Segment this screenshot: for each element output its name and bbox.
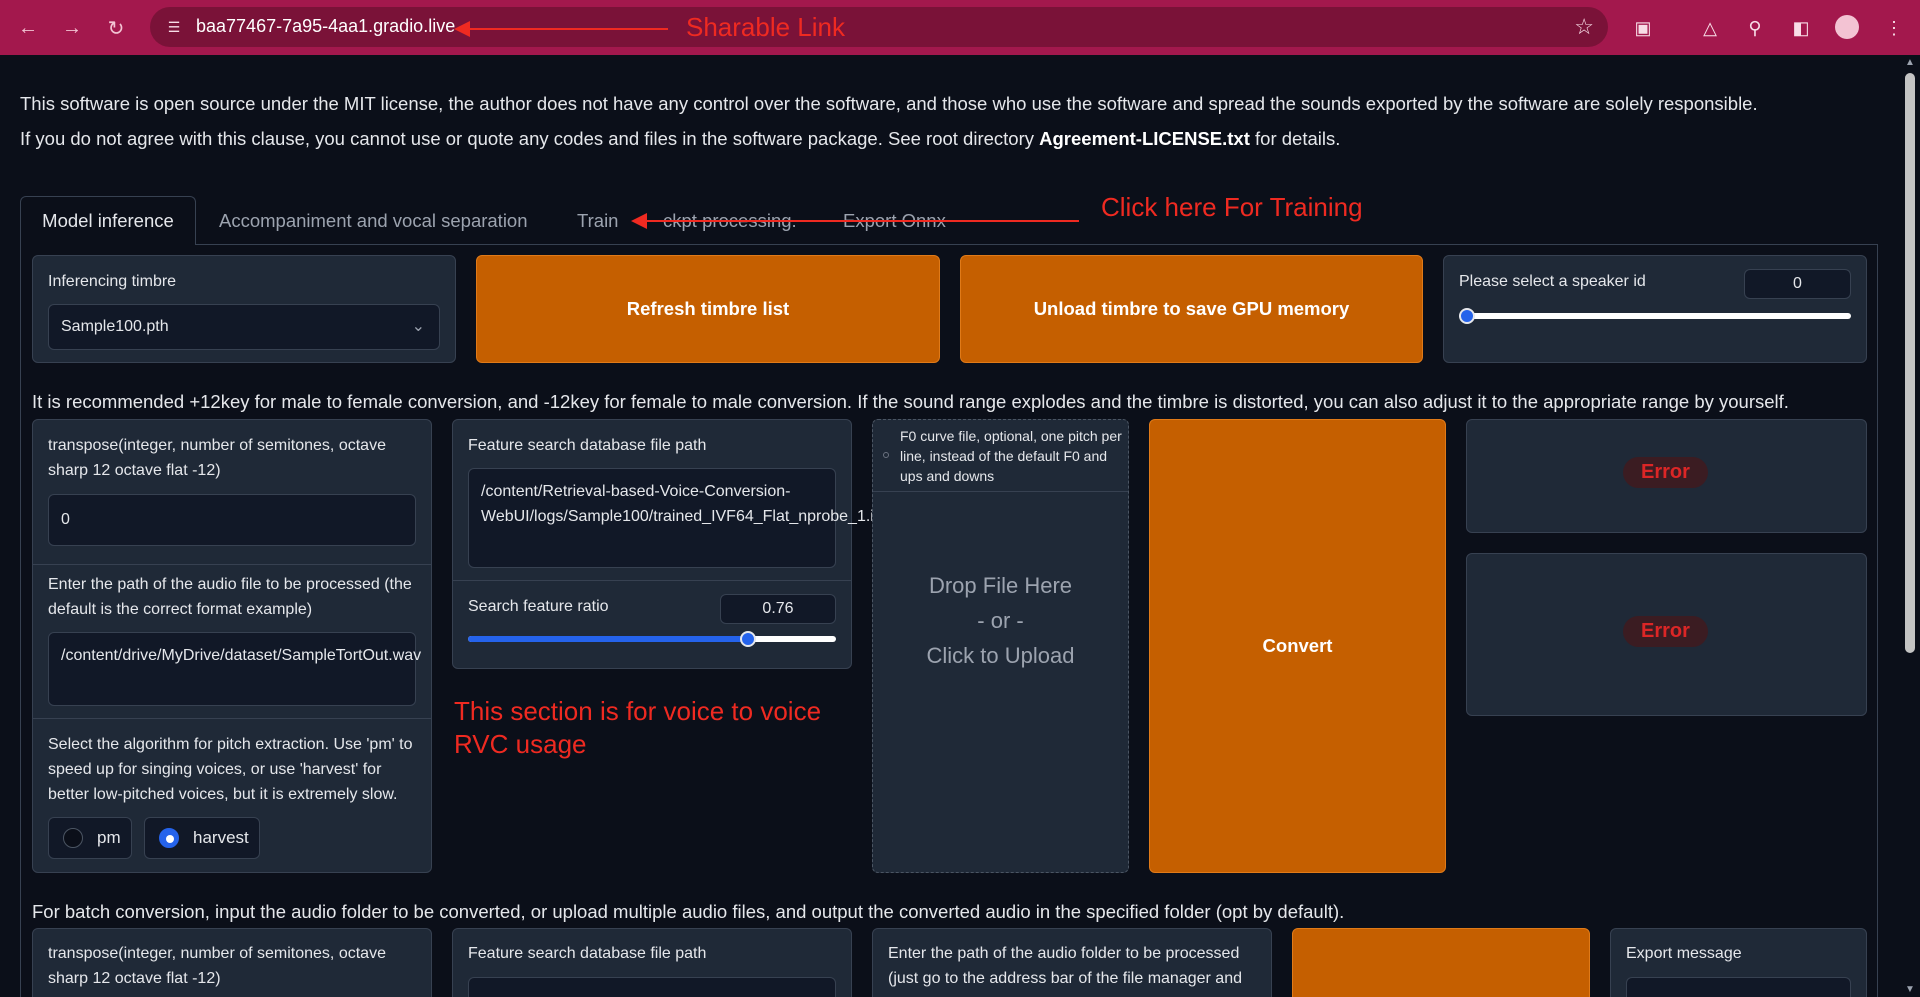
address-bar[interactable]: ☰ baa77467-7a95-4aa1.gradio.live ☆ xyxy=(150,7,1608,47)
bookmark-star-icon[interactable]: ☆ xyxy=(1574,14,1594,40)
drop-file-text[interactable]: Drop File Here - or - Click to Upload xyxy=(873,568,1128,673)
reload-icon[interactable]: ↻ xyxy=(102,14,130,42)
feature-ratio-fill xyxy=(468,636,748,642)
tab-model-inference[interactable]: Model inference xyxy=(20,196,196,245)
transpose-column: transpose(integer, number of semitones, … xyxy=(32,419,432,873)
url-text: baa77467-7a95-4aa1.gradio.live xyxy=(196,16,456,36)
annotation-sharable-link: Sharable Link xyxy=(686,12,845,42)
feature-ratio-thumb[interactable] xyxy=(739,631,756,647)
annotation-voice-section: This section is for voice to voice RVC u… xyxy=(454,696,822,759)
tab-vocal-separation[interactable]: Accompaniment and vocal separation xyxy=(219,196,528,245)
error-badge-audio: Error xyxy=(1623,616,1708,647)
feature-ratio-number[interactable]: 0.76 xyxy=(720,594,836,624)
audio-path-input[interactable]: /content/drive/MyDrive/dataset/SampleTor… xyxy=(48,632,421,706)
audio-path-label: Enter the path of the audio file to be p… xyxy=(48,576,412,618)
browser-toolbar: ← → ↻ ☰ baa77467-7a95-4aa1.gradio.live ☆… xyxy=(0,0,1920,55)
timbre-select[interactable]: Sample100.pth ⌄ xyxy=(48,304,440,350)
radio-pm[interactable]: pm xyxy=(48,817,132,859)
divider xyxy=(33,718,431,719)
transpose-label: transpose(integer, number of semitones, … xyxy=(48,437,386,479)
timbre-label: Inferencing timbre xyxy=(48,273,177,290)
page-scrollbar[interactable]: ▲ ▼ xyxy=(1900,55,1920,997)
arrow-left-icon[interactable]: ← xyxy=(14,14,42,42)
feature-ratio-label: Search feature ratio xyxy=(468,598,609,615)
feature-path-input[interactable]: /content/Retrieval-based-Voice-Conversio… xyxy=(468,468,909,568)
export-message-block: Export message xyxy=(1610,928,1867,997)
f0-upload-area[interactable]: F0 curve file, optional, one pitch per l… xyxy=(872,419,1129,873)
side-panel-icon[interactable]: ◧ xyxy=(1787,14,1815,42)
speaker-id-label: Please select a speaker id xyxy=(1459,273,1646,290)
batch-folder-block: Enter the path of the audio folder to be… xyxy=(872,928,1272,997)
profile-avatar-icon[interactable] xyxy=(1835,15,1859,39)
annotation-arrow-train xyxy=(631,213,1079,229)
drop-line-2: - or - xyxy=(977,608,1024,633)
tab-train[interactable]: Train xyxy=(577,196,618,245)
radio-harvest[interactable]: harvest xyxy=(144,817,260,859)
search-icon[interactable]: ⚲ xyxy=(1741,14,1769,42)
license-file-name: Agreement-LICENSE.txt xyxy=(1039,128,1250,149)
pitch-algorithm-label: Select the algorithm for pitch extractio… xyxy=(48,736,413,803)
divider xyxy=(33,564,431,565)
f0-label: F0 curve file, optional, one pitch per l… xyxy=(900,428,1122,484)
convert-button[interactable]: Convert xyxy=(1149,419,1446,873)
radio-pm-label: pm xyxy=(97,828,121,847)
error-badge-info: Error xyxy=(1623,457,1708,488)
notice-prefix: If you do not agree with this clause, yo… xyxy=(20,128,1040,149)
license-notice-line1: This software is open source under the M… xyxy=(20,93,1758,114)
output-audio-block: Error xyxy=(1466,553,1867,716)
f0-header: F0 curve file, optional, one pitch per l… xyxy=(873,420,1128,492)
site-settings-icon[interactable]: ☰ xyxy=(164,17,184,37)
annotation-click-training: Click here For Training xyxy=(1101,192,1363,222)
refresh-timbre-button[interactable]: Refresh timbre list xyxy=(476,255,940,363)
feature-search-block: Feature search database file path /conte… xyxy=(452,419,909,669)
batch-transpose-block: transpose(integer, number of semitones, … xyxy=(32,928,432,997)
key-recommendation-text: It is recommended +12key for male to fem… xyxy=(32,391,1789,412)
batch-feature-label: Feature search database file path xyxy=(468,945,707,962)
speaker-id-block: Please select a speaker id 0 xyxy=(1443,255,1867,363)
scroll-down-icon[interactable]: ▼ xyxy=(1905,984,1915,995)
radio-harvest-label: harvest xyxy=(193,828,249,847)
notice-suffix: for details. xyxy=(1249,128,1341,149)
unload-timbre-button[interactable]: Unload timbre to save GPU memory xyxy=(960,255,1423,363)
speaker-slider-thumb[interactable] xyxy=(1459,308,1475,324)
output-info-block: Error xyxy=(1466,419,1867,533)
timbre-block: Inferencing timbre Sample100.pth ⌄ xyxy=(32,255,456,363)
drop-line-3: Click to Upload xyxy=(926,643,1075,668)
chevron-down-icon: ⌄ xyxy=(411,318,425,335)
license-notice-line2: If you do not agree with this clause, yo… xyxy=(20,128,1340,150)
batch-description: For batch conversion, input the audio fo… xyxy=(32,901,1345,922)
feature-path-label: Feature search database file path xyxy=(468,437,707,454)
export-message-label: Export message xyxy=(1626,945,1742,962)
file-icon xyxy=(883,452,889,458)
batch-folder-label: Enter the path of the audio folder to be… xyxy=(888,945,1242,987)
export-message-output xyxy=(1626,977,1851,997)
drop-line-1: Drop File Here xyxy=(928,573,1073,598)
batch-feature-block: Feature search database file path xyxy=(452,928,852,997)
extensions-icon[interactable]: ▣ xyxy=(1629,14,1657,42)
radio-pm-dot[interactable] xyxy=(63,828,83,848)
arrow-right-icon[interactable]: → xyxy=(58,14,86,42)
radio-harvest-dot[interactable] xyxy=(159,828,179,848)
batch-feature-input[interactable] xyxy=(468,977,836,997)
labs-icon[interactable]: △ xyxy=(1696,14,1724,42)
feature-ratio-slider[interactable] xyxy=(468,631,836,647)
batch-convert-button[interactable] xyxy=(1292,928,1590,997)
transpose-input[interactable]: 0 xyxy=(48,494,416,546)
divider xyxy=(453,580,851,581)
scroll-up-icon[interactable]: ▲ xyxy=(1905,57,1915,68)
timbre-value: Sample100.pth xyxy=(61,318,169,335)
speaker-id-number[interactable]: 0 xyxy=(1744,269,1851,299)
annotation-arrow-url xyxy=(454,21,668,37)
scroll-thumb[interactable] xyxy=(1905,73,1915,653)
speaker-id-slider[interactable] xyxy=(1459,308,1851,324)
menu-kebab-icon[interactable]: ⋮ xyxy=(1880,14,1908,42)
batch-transpose-label: transpose(integer, number of semitones, … xyxy=(48,945,386,987)
